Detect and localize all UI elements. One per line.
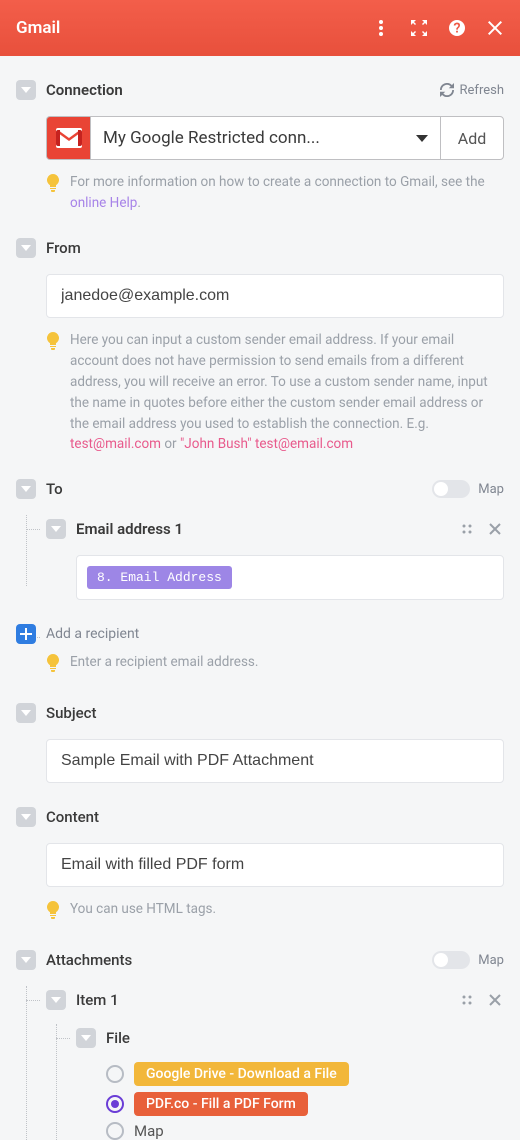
to-hint: Enter a recipient email address. — [70, 652, 258, 679]
from-hint: Here you can input a custom sender email… — [70, 330, 504, 456]
remove-item-icon[interactable] — [486, 991, 504, 1009]
collapse-icon[interactable] — [76, 1028, 96, 1048]
lightbulb-icon — [46, 332, 60, 456]
remove-item-icon[interactable] — [486, 520, 504, 538]
drag-handle-icon[interactable] — [458, 520, 476, 538]
to-label: To — [46, 480, 422, 498]
lightbulb-icon — [46, 654, 60, 679]
map-label: Map — [478, 482, 504, 497]
email-address-1-label: Email address 1 — [76, 520, 448, 538]
collapse-icon[interactable] — [16, 807, 36, 827]
file-option-radio-pdfco[interactable] — [106, 1095, 124, 1113]
app-title: Gmail — [16, 18, 372, 38]
add-recipient-label: Add a recipient — [46, 626, 139, 642]
collapse-icon[interactable] — [16, 703, 36, 723]
section-from: From Here you can input a custom sender … — [16, 234, 504, 456]
file-option-map[interactable]: Map — [134, 1122, 164, 1140]
item-1-label: Item 1 — [76, 991, 448, 1009]
from-input[interactable] — [46, 274, 504, 318]
attachments-label: Attachments — [46, 951, 422, 969]
section-to: To Map Email address 1 — [16, 475, 504, 679]
close-icon[interactable] — [486, 19, 504, 37]
file-option-pdfco[interactable]: PDF.co - Fill a PDF Form — [134, 1092, 308, 1116]
connection-select[interactable]: My Google Restricted conn... — [90, 116, 440, 160]
content-hint: You can use HTML tags. — [70, 899, 216, 926]
content-label: Content — [46, 808, 504, 826]
map-toggle-attachments[interactable] — [432, 951, 470, 969]
collapse-icon[interactable] — [16, 80, 36, 100]
section-content: Content You can use HTML tags. — [16, 803, 504, 926]
collapse-icon[interactable] — [46, 519, 66, 539]
refresh-label: Refresh — [460, 83, 504, 98]
subject-label: Subject — [46, 704, 504, 722]
gmail-icon — [46, 116, 90, 160]
collapse-icon[interactable] — [46, 990, 66, 1010]
content-input[interactable] — [46, 843, 504, 887]
section-connection: Connection Refresh My Google Restricted … — [16, 76, 504, 214]
lightbulb-icon — [46, 901, 60, 926]
add-recipient-button[interactable]: Add a recipient — [16, 626, 504, 642]
connection-label: Connection — [46, 81, 430, 99]
add-connection-button[interactable]: Add — [440, 116, 504, 160]
map-toggle-to[interactable] — [432, 480, 470, 498]
collapse-icon[interactable] — [16, 950, 36, 970]
connection-selected: My Google Restricted conn... — [103, 128, 320, 148]
online-help-link[interactable]: online Help — [70, 195, 137, 211]
subject-input[interactable] — [46, 739, 504, 783]
map-label: Map — [478, 953, 504, 968]
file-option-radio-map[interactable] — [106, 1122, 124, 1140]
file-option-gdrive[interactable]: Google Drive - Download a File — [134, 1062, 349, 1086]
file-label: File — [106, 1029, 504, 1047]
collapse-icon[interactable] — [16, 479, 36, 499]
section-subject: Subject — [16, 699, 504, 783]
collapse-icon[interactable] — [16, 238, 36, 258]
drag-handle-icon[interactable] — [458, 991, 476, 1009]
from-label: From — [46, 239, 504, 257]
chevron-down-icon — [416, 135, 428, 142]
connection-hint: For more information on how to create a … — [70, 172, 504, 214]
to-token-field[interactable]: 8. Email Address — [76, 555, 504, 600]
expand-icon[interactable] — [410, 19, 428, 37]
header-actions — [372, 19, 504, 37]
help-icon[interactable] — [448, 19, 466, 37]
file-option-radio-gdrive[interactable] — [106, 1065, 124, 1083]
section-attachments: Attachments Map Item 1 — [16, 946, 504, 1140]
plus-icon — [16, 624, 36, 644]
lightbulb-icon — [46, 174, 60, 214]
more-icon[interactable] — [372, 19, 390, 37]
app-header: Gmail — [0, 0, 520, 56]
email-address-token[interactable]: 8. Email Address — [87, 566, 232, 589]
refresh-button[interactable]: Refresh — [440, 83, 504, 98]
